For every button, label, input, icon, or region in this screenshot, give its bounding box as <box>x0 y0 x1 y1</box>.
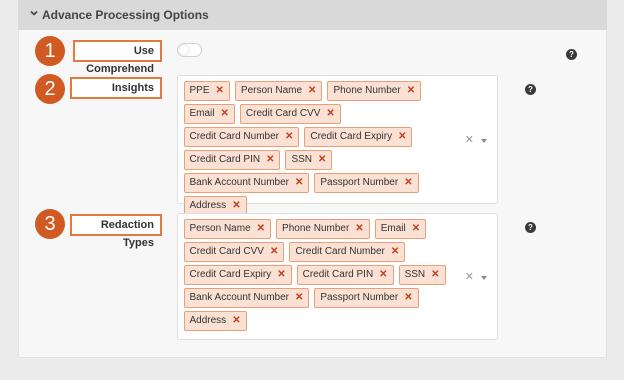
step-badge-1: 1 <box>35 36 65 66</box>
remove-tag-icon[interactable]: ✕ <box>232 200 240 211</box>
tag-label: PPE <box>189 85 210 96</box>
use-comprehend-toggle[interactable] <box>177 43 202 57</box>
insights-label: Insights <box>70 77 162 99</box>
tag-label: Bank Account Number <box>189 177 290 188</box>
redaction-types-multiselect[interactable]: Person Name ✕ Phone Number ✕ Email ✕ Credit Ca… <box>177 213 498 340</box>
remove-tag-icon[interactable]: ✕ <box>285 131 293 142</box>
redaction-tag-list: Person Name ✕ Phone Number ✕ Email ✕ Credit Ca… <box>181 217 451 332</box>
tag-label: Credit Card Number <box>189 131 279 142</box>
remove-tag-icon[interactable]: ✕ <box>407 85 415 96</box>
insights-multiselect[interactable]: PPE ✕ Person Name ✕ Phone Number ✕ Email ✕ Credi… <box>177 75 498 216</box>
tag-chip: Credit Card Number ✕ <box>289 241 406 262</box>
tag-chip: Person Name ✕ <box>183 218 272 239</box>
remove-tag-icon[interactable]: ✕ <box>391 246 399 257</box>
tag-chip: Passport Number ✕ <box>314 287 419 308</box>
remove-tag-icon[interactable]: ✕ <box>404 177 412 188</box>
remove-tag-icon[interactable]: ✕ <box>355 223 363 234</box>
tag-label: Phone Number <box>333 85 401 96</box>
tag-chip: Credit Card Number ✕ <box>183 126 300 147</box>
tag-label: Passport Number <box>320 177 399 188</box>
tag-label: Credit Card Expiry <box>310 131 393 142</box>
tag-chip: Credit Card CVV ✕ <box>183 241 285 262</box>
tag-chip: Person Name ✕ <box>234 80 323 101</box>
tag-chip: Credit Card CVV ✕ <box>239 103 341 124</box>
tag-label: Address <box>189 315 227 326</box>
tag-label: Phone Number <box>282 223 350 234</box>
remove-tag-icon[interactable]: ✕ <box>266 154 274 165</box>
caret-down-icon[interactable] <box>481 139 487 143</box>
tag-chip: Credit Card PIN ✕ <box>183 149 281 170</box>
remove-tag-icon[interactable]: ✕ <box>216 85 224 96</box>
tag-label: Passport Number <box>320 292 399 303</box>
help-icon[interactable]: ? <box>525 84 536 95</box>
tag-chip: Passport Number ✕ <box>314 172 419 193</box>
chevron-down-icon[interactable] <box>30 9 38 17</box>
section-title: Advance Processing Options <box>42 8 209 22</box>
tag-chip: Bank Account Number ✕ <box>183 172 310 193</box>
remove-tag-icon[interactable]: ✕ <box>270 246 278 257</box>
help-icon[interactable]: ? <box>566 49 577 60</box>
redaction-types-label: Redaction Types <box>70 214 162 249</box>
remove-tag-icon[interactable]: ✕ <box>398 131 406 142</box>
remove-tag-icon[interactable]: ✕ <box>412 223 420 234</box>
remove-tag-icon[interactable]: ✕ <box>257 223 265 234</box>
tag-chip: Email ✕ <box>183 103 235 124</box>
tag-label: Credit Card CVV <box>245 108 321 119</box>
tag-chip: Phone Number ✕ <box>276 218 370 239</box>
tag-chip: PPE ✕ <box>183 80 230 101</box>
tag-chip: Credit Card PIN ✕ <box>296 264 394 285</box>
remove-tag-icon[interactable]: ✕ <box>308 85 316 96</box>
remove-tag-icon[interactable]: ✕ <box>232 315 240 326</box>
tag-label: Credit Card PIN <box>189 154 261 165</box>
tag-label: SSN <box>291 154 313 165</box>
tag-label: Credit Card PIN <box>302 269 374 280</box>
remove-tag-icon[interactable]: ✕ <box>277 269 285 280</box>
remove-tag-icon[interactable]: ✕ <box>295 292 303 303</box>
section-header[interactable]: Advance Processing Options <box>18 0 607 30</box>
tag-label: Credit Card Number <box>295 246 385 257</box>
remove-tag-icon[interactable]: ✕ <box>318 154 326 165</box>
tag-chip: Credit Card Expiry ✕ <box>183 264 292 285</box>
tag-chip: Bank Account Number ✕ <box>183 287 310 308</box>
tag-label: Credit Card Expiry <box>189 269 272 280</box>
tag-chip: SSN ✕ <box>398 264 446 285</box>
tag-chip: Email ✕ <box>374 218 427 239</box>
tag-label: Person Name <box>189 223 251 234</box>
tag-chip: SSN ✕ <box>285 149 333 170</box>
tag-label: Bank Account Number <box>189 292 290 303</box>
tag-label: Person Name <box>240 85 303 96</box>
remove-tag-icon[interactable]: ✕ <box>326 108 334 119</box>
tag-chip: Credit Card Expiry ✕ <box>304 126 413 147</box>
remove-tag-icon[interactable]: ✕ <box>221 108 229 119</box>
step-badge-3: 3 <box>35 209 65 239</box>
remove-tag-icon[interactable]: ✕ <box>404 292 412 303</box>
tag-label: SSN <box>404 269 426 280</box>
toggle-knob <box>179 45 189 55</box>
step-badge-2: 2 <box>35 74 65 104</box>
remove-tag-icon[interactable]: ✕ <box>379 269 387 280</box>
help-icon[interactable]: ? <box>525 222 536 233</box>
remove-tag-icon[interactable]: ✕ <box>431 269 439 280</box>
tag-label: Address <box>189 200 227 211</box>
tag-label: Email <box>189 108 215 119</box>
caret-down-icon[interactable] <box>481 276 487 280</box>
tag-chip: Phone Number ✕ <box>327 80 422 101</box>
remove-tag-icon[interactable]: ✕ <box>295 177 303 188</box>
insights-tag-list: PPE ✕ Person Name ✕ Phone Number ✕ Email ✕ Credi… <box>181 79 451 217</box>
use-comprehend-label: Use Comprehend <box>73 40 162 75</box>
clear-icon[interactable]: ✕ <box>465 270 474 283</box>
clear-icon[interactable]: ✕ <box>465 133 474 146</box>
tag-label: Email <box>380 223 406 234</box>
tag-chip: Address ✕ <box>183 310 247 331</box>
tag-label: Credit Card CVV <box>189 246 264 257</box>
